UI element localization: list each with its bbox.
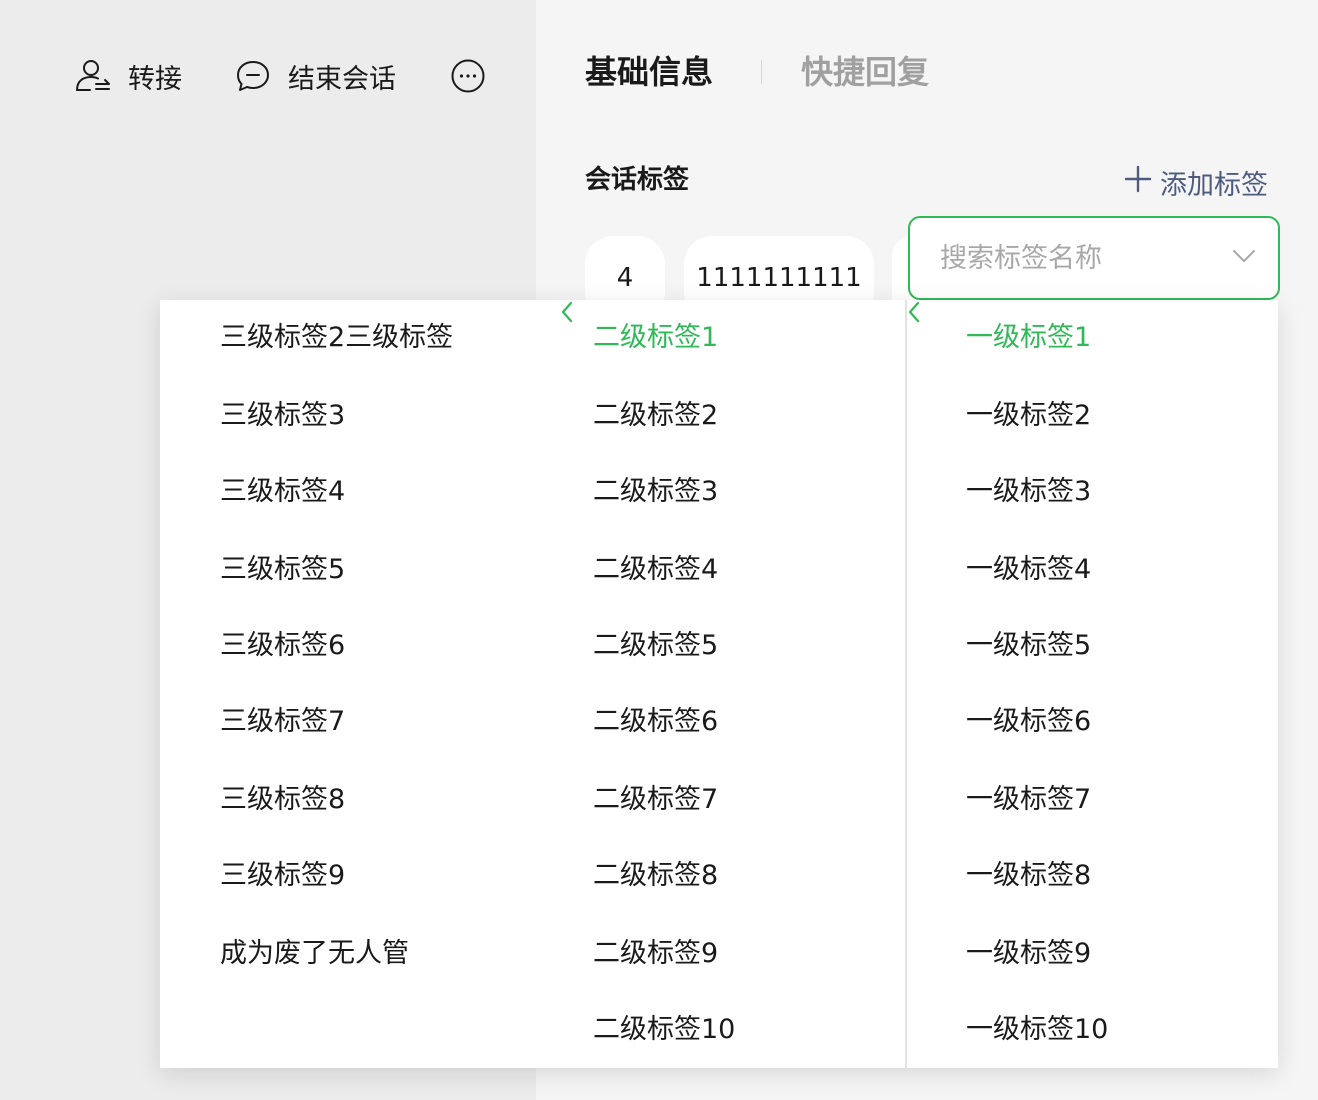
end-session-button[interactable]: 结束会话 <box>234 52 396 100</box>
cascader-option[interactable]: 一级标签2 <box>966 386 1091 446</box>
cascader-option[interactable]: 一级标签10 <box>966 1000 1108 1060</box>
cascader-option[interactable]: 三级标签9 <box>220 846 345 906</box>
user-transfer-icon <box>74 58 112 94</box>
chevron-left-icon <box>560 301 574 328</box>
cascader-option[interactable]: 二级标签5 <box>593 616 718 676</box>
add-tag-button[interactable]: 添加标签 <box>1124 160 1268 204</box>
cascader-option[interactable]: 一级标签8 <box>966 846 1091 906</box>
transfer-button[interactable]: 转接 <box>74 52 182 100</box>
cascader-option[interactable]: 一级标签5 <box>966 616 1091 676</box>
cascader-option[interactable]: 三级标签5 <box>220 540 345 600</box>
more-icon <box>450 58 486 94</box>
cascader-option[interactable]: 二级标签2 <box>593 386 718 446</box>
cascader-option[interactable]: 三级标签7 <box>220 692 345 752</box>
cascader-option[interactable]: 三级标签8 <box>220 770 345 830</box>
cascader-option[interactable]: 三级标签4 <box>220 462 345 522</box>
cascader-option[interactable]: 三级标签6 <box>220 616 345 676</box>
tag-search-select[interactable] <box>908 216 1280 300</box>
cascader-option[interactable]: 二级标签7 <box>593 770 718 830</box>
cascader-option[interactable]: 一级标签4 <box>966 540 1091 600</box>
cascader-option[interactable]: 二级标签9 <box>593 924 718 984</box>
tab-divider <box>761 60 762 84</box>
tab-quick-reply[interactable]: 快捷回复 <box>801 48 929 96</box>
more-button[interactable] <box>450 52 486 100</box>
chat-bubble-icon <box>234 58 272 94</box>
cascader-option[interactable]: 三级标签3 <box>220 386 345 446</box>
tab-basic-info[interactable]: 基础信息 <box>585 48 713 96</box>
cascader-option[interactable]: 二级标签4 <box>593 540 718 600</box>
cascader-option[interactable]: 一级标签6 <box>966 692 1091 752</box>
cascader-option[interactable]: 二级标签10 <box>593 1000 735 1060</box>
tag-cascader-dropdown: 三级标签2三级标签 三级标签3 三级标签4 三级标签5 三级标签6 三级标签7 … <box>160 300 1278 1068</box>
cascader-level3-column: 三级标签2三级标签 三级标签3 三级标签4 三级标签5 三级标签6 三级标签7 … <box>160 300 560 1068</box>
transfer-label: 转接 <box>128 63 182 95</box>
cascader-level2-column: 二级标签1 二级标签2 二级标签3 二级标签4 二级标签5 二级标签6 二级标签… <box>560 300 904 1068</box>
cascader-option[interactable]: 二级标签8 <box>593 846 718 906</box>
chevron-down-icon[interactable] <box>1232 248 1256 267</box>
tag-search-input[interactable] <box>940 236 1230 280</box>
cascader-option[interactable]: 一级标签7 <box>966 770 1091 830</box>
chevron-left-icon <box>907 301 921 328</box>
plus-icon <box>1124 165 1152 200</box>
cascader-option[interactable]: 二级标签6 <box>593 692 718 752</box>
cascader-option[interactable]: 三级标签2三级标签 <box>220 308 453 368</box>
end-session-label: 结束会话 <box>288 63 396 95</box>
cascader-level1-column: 一级标签1 一级标签2 一级标签3 一级标签4 一级标签5 一级标签6 一级标签… <box>905 300 1280 1068</box>
cascader-option[interactable]: 一级标签9 <box>966 924 1091 984</box>
cascader-option-active[interactable]: 一级标签1 <box>966 308 1091 368</box>
cascader-option[interactable]: 二级标签3 <box>593 462 718 522</box>
session-tags-title: 会话标签 <box>585 165 690 195</box>
cascader-option[interactable]: 成为废了无人管 <box>220 924 409 984</box>
add-tag-label: 添加标签 <box>1160 169 1268 201</box>
cascader-option[interactable]: 一级标签3 <box>966 462 1091 522</box>
cascader-option-active[interactable]: 二级标签1 <box>593 308 718 368</box>
